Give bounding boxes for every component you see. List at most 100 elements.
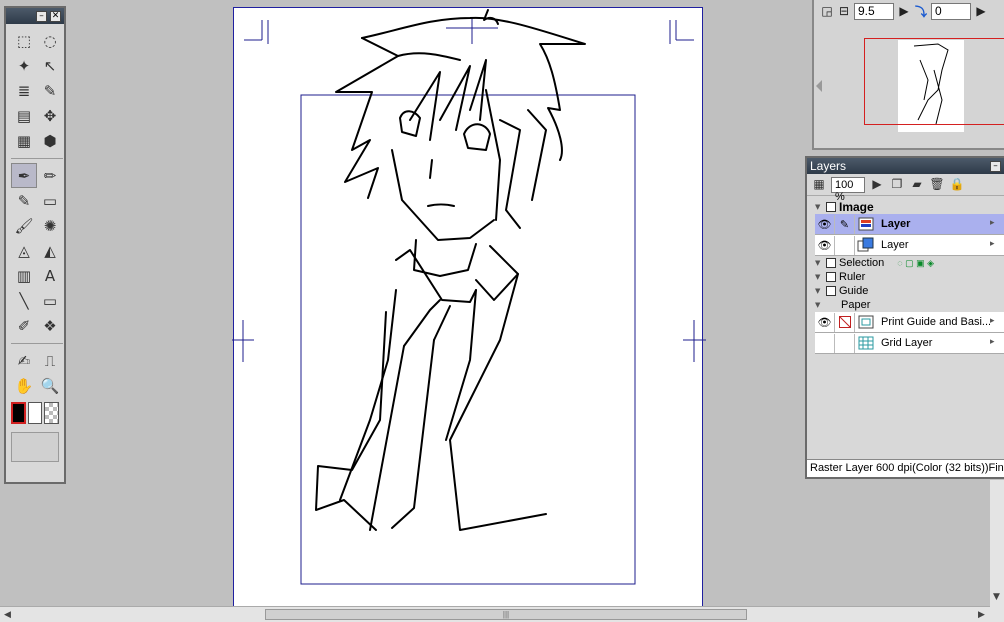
- layer-row-2[interactable]: 👁 Print Guide and Basi... ▸: [815, 312, 1004, 333]
- tree-branch-icon: ▼: [815, 273, 821, 281]
- selection-icon: [826, 258, 836, 268]
- hand-icon[interactable]: ✋: [11, 373, 37, 398]
- tone-pen-icon[interactable]: ✐: [11, 313, 37, 338]
- rectangle-icon[interactable]: ▭: [37, 288, 63, 313]
- pen-icon[interactable]: ✒: [11, 163, 37, 188]
- text-icon[interactable]: A: [37, 263, 63, 288]
- tree-paper[interactable]: ▼ Paper: [807, 298, 1004, 312]
- layer-lock-grid-icon[interactable]: ▦: [811, 177, 827, 193]
- gradient-icon[interactable]: ▥: [11, 263, 37, 288]
- layer-menu-icon[interactable]: ▸: [990, 316, 1002, 328]
- main-color-swatch[interactable]: [11, 402, 26, 424]
- layer-name: Print Guide and Basi...: [881, 316, 990, 328]
- delete-layer-icon[interactable]: 🗑: [929, 177, 945, 193]
- scroll-right-icon[interactable]: ▶: [978, 610, 985, 620]
- scroll-down-icon[interactable]: ▼: [993, 592, 1000, 602]
- new-folder-icon[interactable]: ▰: [909, 177, 925, 193]
- layer-thumbnail: [855, 236, 877, 255]
- layer-list: ▼ Image 👁 ✎ Layer ▸ 👁 Layer ▸ ▼ Selectio…: [807, 200, 1004, 452]
- rotate-icon[interactable]: ⤵: [914, 3, 928, 20]
- tree-selection-label: Selection: [839, 257, 885, 269]
- tools-palette: – ✕ ⬚ ◌ ✦ ↖ ≣ ✎ ▤ ✥ ▦ ⬢ ✒ ✏ ✎ ▭ 🖌 ✺ ◬ ◭ ▥ A ╲ ▭ ✐ ❖ ✍ ⎍ ✋ 🔍: [4, 6, 66, 484]
- visibility-eye-icon[interactable]: 👁: [815, 312, 835, 332]
- tree-ruler[interactable]: ▼ Ruler: [807, 270, 1004, 284]
- transparent-color-swatch[interactable]: [44, 402, 60, 424]
- lock-icon[interactable]: 🔒: [949, 177, 965, 193]
- select-arrow-icon[interactable]: ↖: [37, 53, 63, 78]
- rotation-dropdown-icon[interactable]: ▶: [974, 4, 988, 18]
- fit-window-icon[interactable]: ◲: [820, 4, 834, 18]
- layers-palette: Layers – ▦ 100 % ▶ ❐ ▰ 🗑 🔒 ▼ Image 👁 ✎ L…: [805, 156, 1004, 479]
- move-icon[interactable]: ✥: [37, 103, 63, 128]
- correct-line-icon[interactable]: ✍: [11, 348, 37, 373]
- layer-thumbnail: [855, 313, 877, 332]
- marker-icon[interactable]: ✎: [11, 188, 37, 213]
- image-icon: [826, 202, 836, 212]
- opacity-input[interactable]: 100 %: [831, 176, 865, 203]
- vertical-scrollbar[interactable]: ▼: [990, 480, 1004, 622]
- visibility-eye-icon[interactable]: 👁: [815, 235, 835, 255]
- expand-image-icon[interactable]: ▼: [815, 203, 823, 211]
- line-icon[interactable]: ╲: [11, 288, 37, 313]
- edit-blank-icon[interactable]: [835, 235, 855, 255]
- grid-tool-icon[interactable]: ▦: [11, 128, 37, 153]
- tree-guide[interactable]: ▼ Guide: [807, 284, 1004, 298]
- zoom-icon[interactable]: 🔍: [37, 373, 63, 398]
- tone-eraser-icon[interactable]: ❖: [37, 313, 63, 338]
- zoom-out-icon[interactable]: ⊟: [837, 4, 851, 18]
- opacity-dropdown-icon[interactable]: ▶: [869, 177, 885, 193]
- tree-branch-icon: ▼: [815, 259, 821, 267]
- no-edit-icon[interactable]: [835, 312, 855, 332]
- horizontal-scroll-thumb[interactable]: |||: [265, 609, 747, 620]
- visibility-off-cell[interactable]: [815, 333, 835, 353]
- scroll-left-icon[interactable]: ◀: [4, 610, 11, 620]
- layer-menu-icon[interactable]: ▸: [990, 218, 1002, 230]
- layer-name: Layer: [881, 218, 911, 230]
- edit-blank-icon[interactable]: [835, 333, 855, 353]
- pencil-icon[interactable]: ✏: [37, 163, 63, 188]
- marquee-rect-icon[interactable]: ⬚: [11, 28, 37, 53]
- layers-titlebar: Layers –: [807, 158, 1004, 174]
- object-icon[interactable]: ⬢: [37, 128, 63, 153]
- navigator-view-frame[interactable]: [864, 38, 1004, 125]
- fill-icon[interactable]: ◬: [11, 238, 37, 263]
- layer-row-1[interactable]: 👁 Layer ▸: [815, 235, 1004, 256]
- layers-status-bar: Raster Layer 600 dpi(Color (32 bits))Fin…: [807, 459, 1004, 477]
- pen-edit-icon[interactable]: ✎: [835, 214, 855, 234]
- tree-selection[interactable]: ▼ Selection ◌ ▢ ▣ ◈: [807, 256, 1004, 270]
- tool-separator: [11, 155, 63, 159]
- brush-icon[interactable]: 🖌: [11, 213, 37, 238]
- tool-separator: [11, 340, 63, 344]
- tree-branch-icon: ▼: [815, 301, 821, 309]
- fill-close-icon[interactable]: ◭: [37, 238, 63, 263]
- zoom-dropdown-icon[interactable]: ▶: [897, 4, 911, 18]
- rotation-input[interactable]: [931, 2, 971, 20]
- eraser-icon[interactable]: ▭: [37, 188, 63, 213]
- magic-wand-icon[interactable]: ✦: [11, 53, 37, 78]
- tools-minimize-button[interactable]: –: [36, 10, 47, 22]
- layer-row-3[interactable]: Grid Layer ▸: [815, 333, 1004, 354]
- layer-menu-icon[interactable]: ▸: [990, 239, 1002, 251]
- selection-mini-icons: ◌ ▢ ▣ ◈: [897, 257, 935, 268]
- airbrush-icon[interactable]: ✺: [37, 213, 63, 238]
- stamp-icon[interactable]: ⎍: [37, 348, 63, 373]
- ruler-tool-icon[interactable]: ▤: [11, 103, 37, 128]
- horizontal-scrollbar[interactable]: ◀ ||| ▶: [0, 606, 990, 622]
- tree-branch-icon: ▼: [815, 287, 821, 295]
- layer-row-0[interactable]: 👁 ✎ Layer ▸: [815, 214, 1004, 235]
- layers-minimize-button[interactable]: –: [990, 160, 1001, 172]
- sub-color-swatch[interactable]: [27, 402, 43, 424]
- tools-titlebar: – ✕: [6, 8, 64, 24]
- tools-close-button[interactable]: ✕: [50, 10, 61, 22]
- layer-thumbnail: [855, 215, 877, 234]
- eyedropper-icon[interactable]: ✎: [37, 78, 63, 103]
- layer-menu-icon[interactable]: ▸: [990, 337, 1002, 349]
- zoom-input[interactable]: [854, 2, 894, 20]
- layer-thumbnail: [855, 334, 877, 353]
- new-layer-icon[interactable]: ❐: [889, 177, 905, 193]
- layer-select-icon[interactable]: ≣: [11, 78, 37, 103]
- navigator-preview[interactable]: [828, 24, 1004, 148]
- lasso-icon[interactable]: ◌: [37, 28, 63, 53]
- navigator-collapse-handle[interactable]: [816, 80, 822, 92]
- visibility-eye-icon[interactable]: 👁: [815, 214, 835, 234]
